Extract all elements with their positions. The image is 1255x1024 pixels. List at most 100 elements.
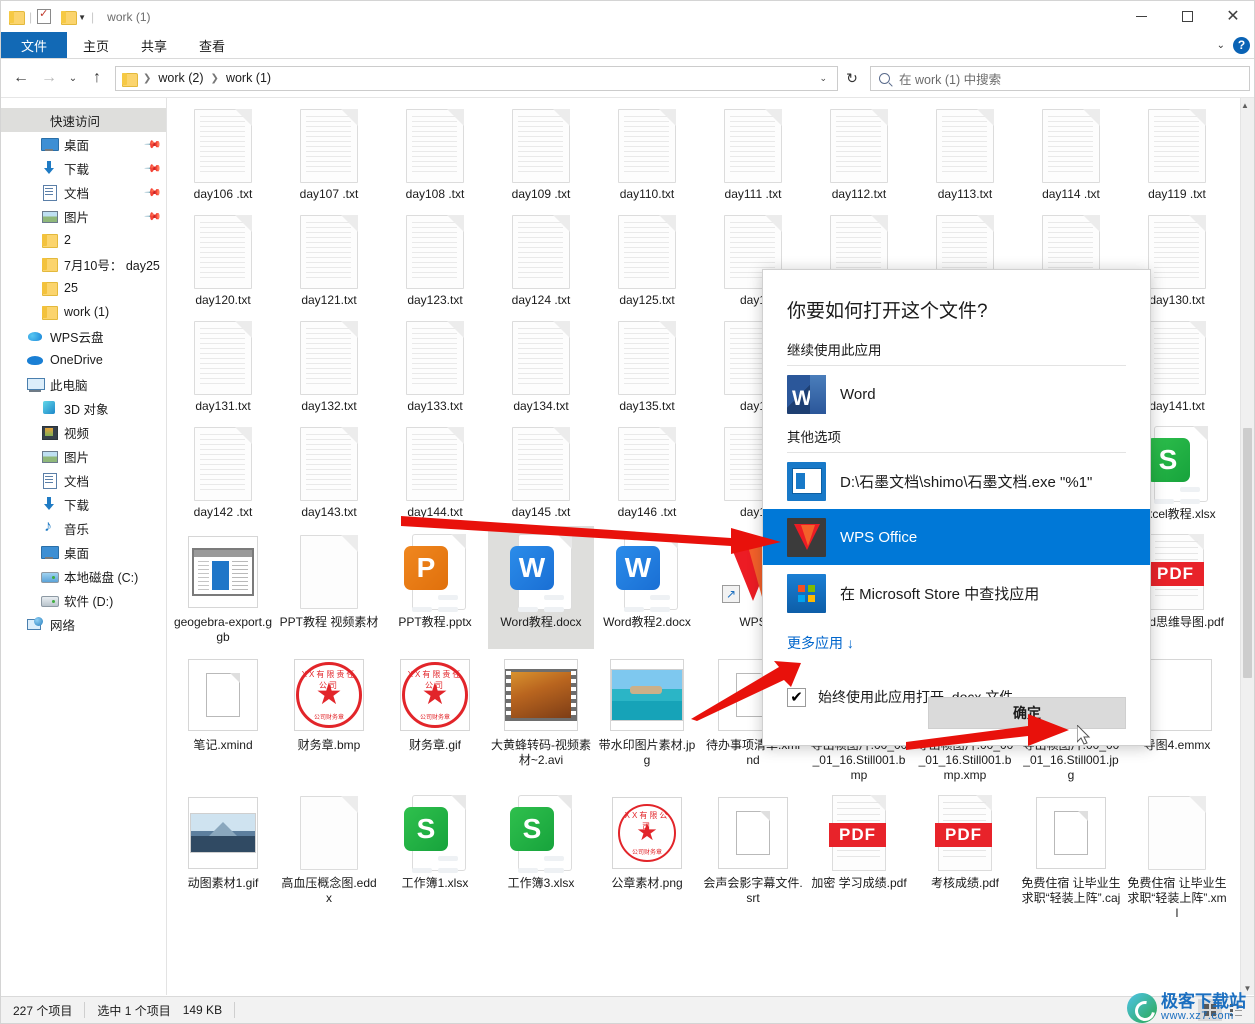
file-tile[interactable]: W Word教程.docx [488, 526, 594, 649]
breadcrumb-item-work2[interactable]: work (2) [153, 69, 208, 87]
file-tile[interactable]: 高血压概念图.eddx [276, 787, 382, 925]
back-button[interactable]: ← [7, 63, 35, 93]
sidebar-item-14[interactable]: 图片 [1, 444, 166, 468]
file-tile[interactable]: day120.txt [170, 206, 276, 312]
file-tile[interactable]: 免费住宿 让毕业生求职“轻装上阵”.xml [1124, 787, 1230, 925]
sidebar-item-20[interactable]: 软件 (D:) [1, 588, 166, 612]
file-tile[interactable]: day119 .txt [1124, 100, 1230, 206]
large-icons-view-icon[interactable] [1198, 999, 1222, 1021]
pin-icon[interactable]: 📌 [144, 207, 163, 225]
sidebar-item-13[interactable]: 视频 [1, 420, 166, 444]
sidebar-item-0[interactable]: 快速访问 [1, 108, 166, 132]
file-tile[interactable]: day142 .txt [170, 418, 276, 526]
customize-caret-icon[interactable]: ▼ [78, 13, 86, 22]
details-view-icon[interactable] [1224, 999, 1248, 1021]
sidebar-item-8[interactable]: work (1) [1, 300, 166, 324]
file-tile[interactable]: day107 .txt [276, 100, 382, 206]
tab-file[interactable]: 文件 [1, 32, 68, 58]
file-tile[interactable]: 大黄蜂转码-视频素材~2.avi [488, 649, 594, 787]
file-tile[interactable]: S 工作簿3.xlsx [488, 787, 594, 925]
file-tile[interactable]: PPT教程 视频素材 [276, 526, 382, 649]
file-tile[interactable]: XX有限责任公司 ★ 公司财务章 财务章.bmp [276, 649, 382, 787]
pin-icon[interactable]: 📌 [144, 183, 163, 201]
file-tile[interactable]: PDF 考核成绩.pdf [912, 787, 1018, 925]
file-tile[interactable]: day123.txt [382, 206, 488, 312]
sidebar-item-3[interactable]: 文档 📌 [1, 180, 166, 204]
file-tile[interactable]: day121.txt [276, 206, 382, 312]
file-tile[interactable]: day112.txt [806, 100, 912, 206]
help-icon[interactable]: ? [1233, 36, 1250, 54]
new-folder-icon[interactable] [61, 10, 78, 25]
file-tile[interactable]: XX有限公司 ★ 公司财务章 公章素材.png [594, 787, 700, 925]
folder-icon[interactable] [9, 10, 25, 25]
file-tile[interactable]: day114 .txt [1018, 100, 1124, 206]
tab-home[interactable]: 主页 [67, 32, 125, 58]
pin-icon[interactable]: 📌 [144, 159, 163, 177]
sidebar-item-10[interactable]: OneDrive [1, 348, 166, 372]
file-tile[interactable]: day110.txt [594, 100, 700, 206]
content-scrollbar-thumb[interactable] [1243, 428, 1252, 678]
file-tile[interactable]: geogebra-export.ggb [170, 526, 276, 649]
file-tile[interactable]: day143.txt [276, 418, 382, 526]
app-option-word[interactable]: W Word [763, 366, 1150, 422]
forward-button[interactable]: → [35, 63, 63, 93]
maximize-button[interactable] [1164, 1, 1210, 32]
pin-icon[interactable]: 📌 [144, 135, 163, 153]
sidebar-item-5[interactable]: 2 [1, 228, 166, 252]
file-tile[interactable]: S 工作簿1.xlsx [382, 787, 488, 925]
close-button[interactable]: ✕ [1210, 1, 1254, 32]
file-tile[interactable]: day146 .txt [594, 418, 700, 526]
file-tile[interactable]: day132.txt [276, 312, 382, 418]
file-tile[interactable]: 会声会影字幕文件.srt [700, 787, 806, 925]
file-tile[interactable]: PDF 加密 学习成绩.pdf [806, 787, 912, 925]
breadcrumb[interactable]: ❯ work (2) ❯ work (1) ⌄ [115, 65, 838, 91]
scroll-up-icon[interactable]: ▲ [1241, 98, 1249, 112]
sidebar-item-7[interactable]: 25 [1, 276, 166, 300]
file-tile[interactable]: day111 .txt [700, 100, 806, 206]
file-tile[interactable]: P PPT教程.pptx [382, 526, 488, 649]
tab-share[interactable]: 共享 [125, 32, 183, 58]
refresh-button[interactable]: ↻ [838, 66, 866, 91]
file-tile[interactable]: W Word教程2.docx [594, 526, 700, 649]
file-tile[interactable]: day108 .txt [382, 100, 488, 206]
tab-view[interactable]: 查看 [183, 32, 241, 58]
file-tile[interactable]: day134.txt [488, 312, 594, 418]
file-tile[interactable]: day125.txt [594, 206, 700, 312]
file-tile[interactable]: day109 .txt [488, 100, 594, 206]
file-tile[interactable]: day145 .txt [488, 418, 594, 526]
sidebar-item-6[interactable]: 7月10号： day252 [1, 252, 166, 276]
sidebar-item-16[interactable]: 下载 [1, 492, 166, 516]
more-apps-link[interactable]: 更多应用 ↓ [763, 621, 878, 653]
sidebar-item-11[interactable]: 此电脑 [1, 372, 166, 396]
sidebar-item-21[interactable]: 网络 [1, 612, 166, 636]
sidebar-item-17[interactable]: 音乐 [1, 516, 166, 540]
up-button[interactable]: ↑ [83, 63, 111, 93]
file-tile[interactable]: day113.txt [912, 100, 1018, 206]
file-tile[interactable]: day131.txt [170, 312, 276, 418]
sidebar-item-4[interactable]: 图片 📌 [1, 204, 166, 228]
file-tile[interactable]: 动图素材1.gif [170, 787, 276, 925]
sidebar-item-18[interactable]: 桌面 [1, 540, 166, 564]
file-tile[interactable]: day124 .txt [488, 206, 594, 312]
content-scrollbar[interactable]: ▲ ▼ [1240, 98, 1254, 995]
sidebar-item-15[interactable]: 文档 [1, 468, 166, 492]
file-tile[interactable]: day133.txt [382, 312, 488, 418]
file-tile[interactable]: 笔记.xmind [170, 649, 276, 787]
breadcrumb-dropdown-icon[interactable]: ⌄ [813, 73, 833, 84]
sidebar-item-19[interactable]: 本地磁盘 (C:) [1, 564, 166, 588]
file-tile[interactable]: XX有限责任公司 ★ 公司财务章 财务章.gif [382, 649, 488, 787]
properties-icon[interactable] [37, 7, 52, 24]
sidebar-item-12[interactable]: 3D 对象 [1, 396, 166, 420]
sidebar-item-1[interactable]: 桌面 📌 [1, 132, 166, 156]
scroll-down-icon[interactable]: ▼ [1241, 981, 1254, 995]
file-tile[interactable]: 免费住宿 让毕业生求职“轻装上阵”.caj [1018, 787, 1124, 925]
sidebar-item-9[interactable]: WPS云盘 [1, 324, 166, 348]
app-option-microsoft-store[interactable]: 在 Microsoft Store 中查找应用 [763, 565, 1150, 621]
minimize-button[interactable] [1118, 1, 1164, 32]
app-option-wps-office[interactable]: WPS Office [763, 509, 1150, 565]
breadcrumb-item-work1[interactable]: work (1) [221, 69, 276, 87]
chevron-down-icon[interactable]: ⌄ [1217, 40, 1225, 51]
sidebar-item-2[interactable]: 下载 📌 [1, 156, 166, 180]
recent-locations-button[interactable]: ⌄ [63, 63, 83, 93]
file-tile[interactable]: 带水印图片素材.jpg [594, 649, 700, 787]
